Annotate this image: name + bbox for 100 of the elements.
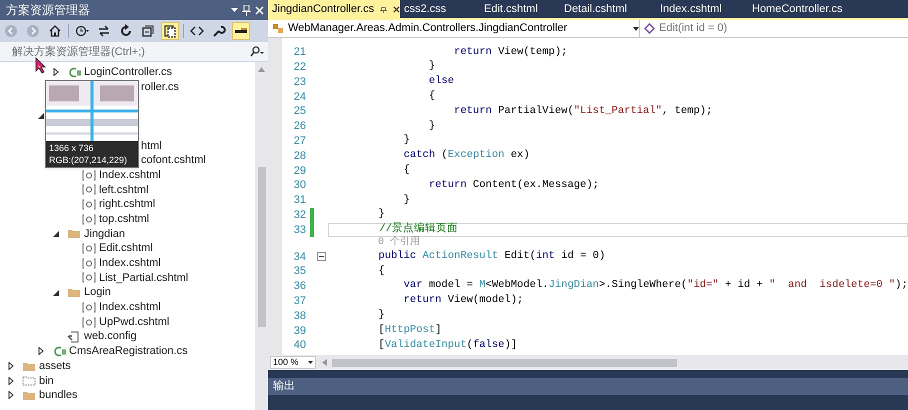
line-number: 24 <box>292 90 306 105</box>
tree-item[interactable]: html <box>141 138 162 154</box>
scrollbar-thumb[interactable] <box>258 167 266 327</box>
wrench-icon <box>212 24 226 38</box>
code-line: public ActionResult Edit(int id = 0) <box>377 249 606 264</box>
tree-item[interactable]: Index.cshtml <box>99 299 161 316</box>
editor-tab[interactable]: css2.css <box>400 0 480 18</box>
razor-file-icon <box>82 242 96 256</box>
code-line: return PartialView("List_Partial", temp); <box>453 104 714 119</box>
tree-item[interactable]: LoginController.cs <box>84 64 172 81</box>
razor-file-icon <box>82 168 96 182</box>
screen-size-label: 1366 x 736 <box>48 142 95 154</box>
tree-item[interactable]: bin <box>39 372 54 390</box>
panel-title: 方案资源管理器 <box>6 2 90 19</box>
scroll-up-icon <box>258 67 265 72</box>
tree-item[interactable]: List_Partial.cshtml <box>99 270 188 286</box>
tree-item[interactable]: cofont.cshtml <box>141 152 206 169</box>
line-number: 29 <box>292 164 306 179</box>
close-icon[interactable] <box>393 4 400 14</box>
dropdown-arrow-icon <box>308 361 313 364</box>
expanded-arrow-icon[interactable] <box>38 113 44 120</box>
line-number: 34 <box>292 250 306 265</box>
vertical-scrollbar[interactable] <box>255 62 268 410</box>
editor-tab[interactable]: JingdianController.cs <box>268 0 400 18</box>
tree-item[interactable]: bundles <box>39 387 78 404</box>
collapse-all-icon <box>141 24 155 38</box>
pin-icon[interactable] <box>242 4 251 16</box>
razor-file-icon <box>82 198 96 212</box>
preview-button[interactable] <box>232 22 250 40</box>
line-number: 32 <box>292 208 306 223</box>
code-line: { <box>428 89 436 104</box>
csharp-file-icon <box>67 66 81 79</box>
code-line: } <box>377 308 386 324</box>
line-number: 35 <box>292 264 306 280</box>
class-icon <box>272 23 284 34</box>
pixel-color-label: RGB:(207,214,229) <box>48 154 128 166</box>
code-line: { <box>377 264 386 279</box>
expanded-arrow-icon[interactable] <box>53 290 59 296</box>
dropdown-arrow-icon[interactable] <box>231 8 238 12</box>
line-number: 38 <box>292 308 306 324</box>
code-line: return View(temp); <box>453 45 568 60</box>
editor-tab[interactable]: Edit.cshtml <box>480 0 560 18</box>
tree-item[interactable]: Index.cshtml <box>99 166 161 184</box>
razor-file-icon <box>82 316 96 329</box>
csharp-file-icon <box>52 344 66 358</box>
code-line: } <box>428 60 436 74</box>
razor-file-icon <box>82 183 96 196</box>
folder-icon <box>67 286 81 300</box>
forward-icon <box>26 24 40 38</box>
collapse-box-icon[interactable] <box>316 252 326 262</box>
config-file-icon <box>67 330 81 344</box>
refresh-icon <box>119 24 133 38</box>
code-line: var model = M<WebModel.JingDian>.SingleWhere("id=" + id + " and isdelete=0 "); <box>402 278 908 294</box>
tree-item[interactable]: web.config <box>84 328 137 345</box>
method-icon <box>644 23 655 34</box>
collapsed-arrow-icon[interactable] <box>8 362 14 370</box>
tree-item[interactable]: right.cshtml <box>99 196 156 213</box>
expanded-arrow-icon[interactable] <box>53 230 59 237</box>
line-number: 22 <box>292 60 306 75</box>
tree-item[interactable]: roller.cs <box>141 78 179 96</box>
code-line: } <box>428 118 436 134</box>
tree-item[interactable]: UpPwd.cshtml <box>99 314 170 330</box>
home-icon <box>48 24 62 38</box>
line-number: 26 <box>292 119 306 134</box>
sync-arrows-icon <box>97 24 111 38</box>
line-number: 33 <box>292 222 306 238</box>
clock-icon <box>75 24 89 38</box>
code-line: [HttpPost] <box>377 323 442 338</box>
editor-tab[interactable]: HomeController.cs <box>748 0 868 18</box>
collapsed-arrow-icon[interactable] <box>53 68 59 76</box>
line-number: 36 <box>292 279 306 294</box>
show-all-files-icon <box>163 24 177 38</box>
collapsed-arrow-icon[interactable] <box>38 347 44 356</box>
scroll-left-icon <box>322 359 327 366</box>
tree-item[interactable]: CmsAreaRegistration.cs <box>69 343 188 360</box>
collapsed-arrow-icon[interactable] <box>8 376 14 385</box>
pin-icon[interactable] <box>380 4 388 14</box>
tree-item[interactable]: Edit.cshtml <box>99 240 153 257</box>
mouse-cursor-icon <box>35 57 46 74</box>
member-dropdown[interactable]: Edit(int id = 0) <box>640 20 908 38</box>
collapsed-arrow-icon[interactable] <box>8 391 14 400</box>
tree-item[interactable]: Login <box>84 284 111 301</box>
line-number: 27 <box>292 134 306 149</box>
editor-tab[interactable]: Index.cshtml <box>656 0 748 18</box>
horizontal-scrollbar-thumb[interactable] <box>332 358 677 366</box>
tree-item[interactable]: top.cshtml <box>99 210 150 228</box>
tree-item[interactable]: Jingdian <box>84 226 125 242</box>
editor-tab[interactable]: Detail.cshtml <box>560 0 656 18</box>
back-icon <box>4 24 18 38</box>
line-number: 31 <box>292 193 306 208</box>
tree-item[interactable]: left.cshtml <box>99 182 149 198</box>
zoom-dropdown[interactable]: 100 % <box>270 356 316 369</box>
folder-icon <box>67 227 81 240</box>
razor-file-icon <box>82 271 96 284</box>
code-line: else <box>428 74 456 90</box>
code-line: return View(model); <box>402 294 524 308</box>
code-brackets-icon <box>190 24 204 38</box>
show-all-button[interactable] <box>161 22 179 40</box>
tree-item[interactable]: Index.cshtml <box>99 255 161 272</box>
tree-item[interactable]: assets <box>39 358 71 374</box>
